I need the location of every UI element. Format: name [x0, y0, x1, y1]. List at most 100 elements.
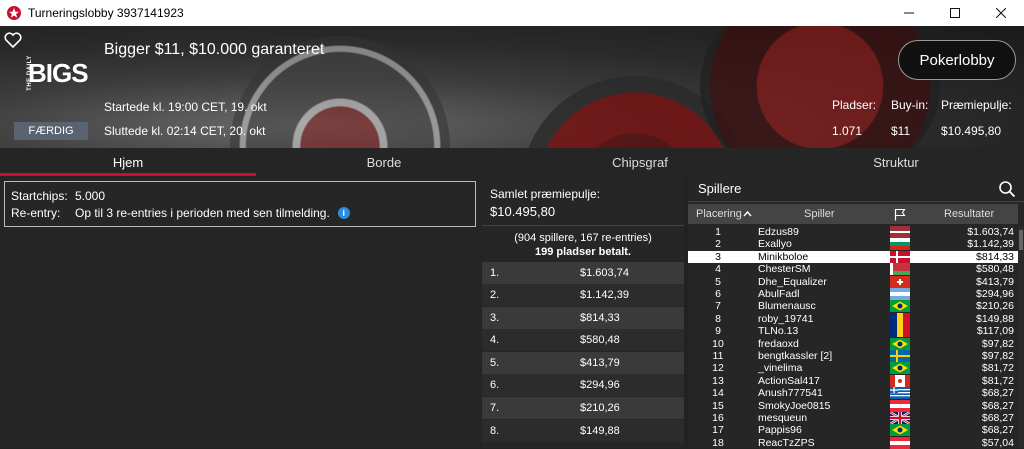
prize-rank: 8. [490, 425, 500, 437]
tournament-title: Bigger $11, $10.000 garanteret [104, 41, 325, 58]
switzerland-flag-icon [890, 275, 910, 288]
players-table-header: Placering Spiller Resultater [688, 204, 1018, 224]
player-row[interactable]: 11 bengtkassler [2] $97,82 [688, 350, 1018, 362]
prize-row: 3. $814,33 [482, 307, 684, 329]
player-result: $149,88 [976, 312, 1014, 325]
player-row[interactable]: 13 ActionSal417 $81,72 [688, 374, 1018, 387]
minimize-icon [904, 12, 914, 14]
prize-amount: $149,88 [580, 425, 620, 437]
prize-rank: 2. [490, 289, 500, 301]
player-rank: 6 [715, 288, 721, 300]
prizepool-paid: 199 pladser betalt. [535, 246, 631, 258]
poker-lobby-button[interactable]: Pokerlobby [898, 40, 1016, 80]
player-row[interactable]: 7 Blumenausc $210,26 [688, 300, 1018, 313]
buyin-label: Buy-in: [891, 98, 929, 112]
player-name: mesqueun [758, 412, 808, 424]
austria-flag-icon [890, 436, 910, 449]
status-badge: FÆRDIG [14, 122, 88, 140]
player-rank: 18 [712, 436, 724, 449]
close-button[interactable] [978, 0, 1024, 26]
player-row[interactable]: 17 Pappis96 $68,27 [688, 424, 1018, 437]
belarus-flag-icon [890, 263, 910, 276]
player-row[interactable]: 18 ReacTzZPS $57,04 [688, 436, 1018, 449]
prize-rank: 3. [490, 312, 500, 324]
prize-row: 2. $1.142,39 [482, 284, 684, 306]
player-row[interactable]: 2 Exallyo $1.142,39 [688, 238, 1018, 251]
prize-amount: $1.142,39 [580, 289, 629, 301]
romania-flag-icon [890, 312, 910, 325]
bulgaria-flag-icon [890, 238, 910, 251]
tournament-info-box: Startchips: 5.000 Re-entry: Op til 3 re-… [4, 181, 476, 227]
players-scrollbar[interactable] [1018, 226, 1024, 448]
player-name: Exallyo [758, 238, 792, 251]
scrollbar-thumb[interactable] [1019, 230, 1023, 250]
column-result-header[interactable]: Resultater [944, 208, 994, 220]
austria-flag-icon [890, 399, 910, 412]
player-name: TLNo.13 [758, 325, 799, 338]
tab-bar: Hjem Borde Chipsgraf Struktur [0, 148, 1024, 176]
player-row[interactable]: 15 SmokyJoe0815 $68,27 [688, 399, 1018, 412]
player-name: bengtkassler [2] [758, 350, 833, 362]
player-rank: 8 [715, 312, 721, 325]
tab-struktur[interactable]: Struktur [768, 148, 1024, 176]
player-rank: 9 [715, 325, 721, 338]
player-rank: 7 [715, 300, 721, 313]
prize-rank: 7. [490, 402, 500, 414]
info-icon[interactable]: i [337, 206, 350, 219]
prizepool-value: $10.495,80 [941, 124, 1002, 138]
pokerstars-logo-icon [7, 6, 21, 20]
player-row[interactable]: 14 Anush777541 $68,27 [688, 387, 1018, 400]
logo-big-text: BIGS [28, 58, 89, 88]
sort-ascending-icon [743, 210, 752, 217]
prizepool-summary: (904 spillere, 167 re-entries) 199 plads… [482, 228, 684, 262]
tab-borde[interactable]: Borde [256, 148, 512, 176]
prizepool-title: Samlet præmiepulje: [490, 187, 601, 201]
player-row[interactable]: 9 TLNo.13 $117,09 [688, 325, 1018, 338]
player-row[interactable]: 6 AbulFadl $294,96 [688, 288, 1018, 300]
player-row[interactable]: 5 Dhe_Equalizer $413,79 [688, 275, 1018, 288]
info-panel: Startchips: 5.000 Re-entry: Op til 3 re-… [0, 176, 481, 448]
search-icon[interactable] [998, 180, 1016, 198]
column-player-header[interactable]: Spiller [804, 208, 835, 220]
player-name: Anush777541 [758, 387, 823, 400]
player-row[interactable]: 1 Edzus89 $1.603,74 [688, 226, 1018, 238]
tab-hjem[interactable]: Hjem [0, 148, 256, 176]
player-row[interactable]: 4 ChesterSM $580,48 [688, 263, 1018, 276]
prize-row: 7. $210,26 [482, 397, 684, 419]
tab-chipsgraf[interactable]: Chipsgraf [512, 148, 768, 176]
brazil-flag-icon [890, 362, 910, 375]
places-label: Pladser: [832, 98, 877, 112]
start-time: Startede kl. 19:00 CET, 19. okt [104, 100, 267, 114]
flag-column-icon[interactable] [894, 208, 906, 221]
brazil-flag-icon [890, 424, 910, 437]
maximize-button[interactable] [932, 0, 978, 26]
prizepool-label: Præmiepulje: [941, 98, 1012, 112]
player-row[interactable]: 8 roby_19741 $149,88 [688, 312, 1018, 325]
player-row[interactable]: 12 _vinelima $81,72 [688, 362, 1018, 375]
player-rank: 14 [712, 387, 724, 400]
player-rank: 5 [715, 275, 721, 288]
prize-row: 1. $1.603,74 [482, 262, 684, 284]
player-name: fredaoxd [758, 337, 799, 350]
player-name: Dhe_Equalizer [758, 275, 827, 288]
player-result: $81,72 [981, 374, 1014, 387]
players-title: Spillere [698, 181, 742, 196]
player-rank: 16 [712, 412, 724, 424]
column-rank-header[interactable]: Placering [696, 208, 742, 220]
player-row[interactable]: 10 fredaoxd $97,82 [688, 337, 1018, 350]
player-row[interactable]: 16 mesqueun $68,27 [688, 412, 1018, 424]
close-icon [996, 8, 1006, 18]
places-value: 1.071 [832, 124, 863, 138]
buyin-value: $11 [891, 124, 911, 138]
window-title: Turneringslobby 3937141923 [28, 6, 184, 20]
player-rank: 4 [715, 263, 721, 276]
player-name: Edzus89 [758, 226, 799, 238]
brazil-flag-icon [890, 300, 910, 313]
favorite-heart-icon[interactable] [4, 32, 22, 48]
prize-amount: $580,48 [580, 334, 620, 346]
prize-rank: 5. [490, 357, 500, 369]
player-row[interactable]: 3 Minikboloe $814,33 [688, 250, 1018, 263]
player-rank: 10 [712, 337, 724, 350]
maximize-icon [950, 8, 960, 18]
minimize-button[interactable] [886, 0, 932, 26]
